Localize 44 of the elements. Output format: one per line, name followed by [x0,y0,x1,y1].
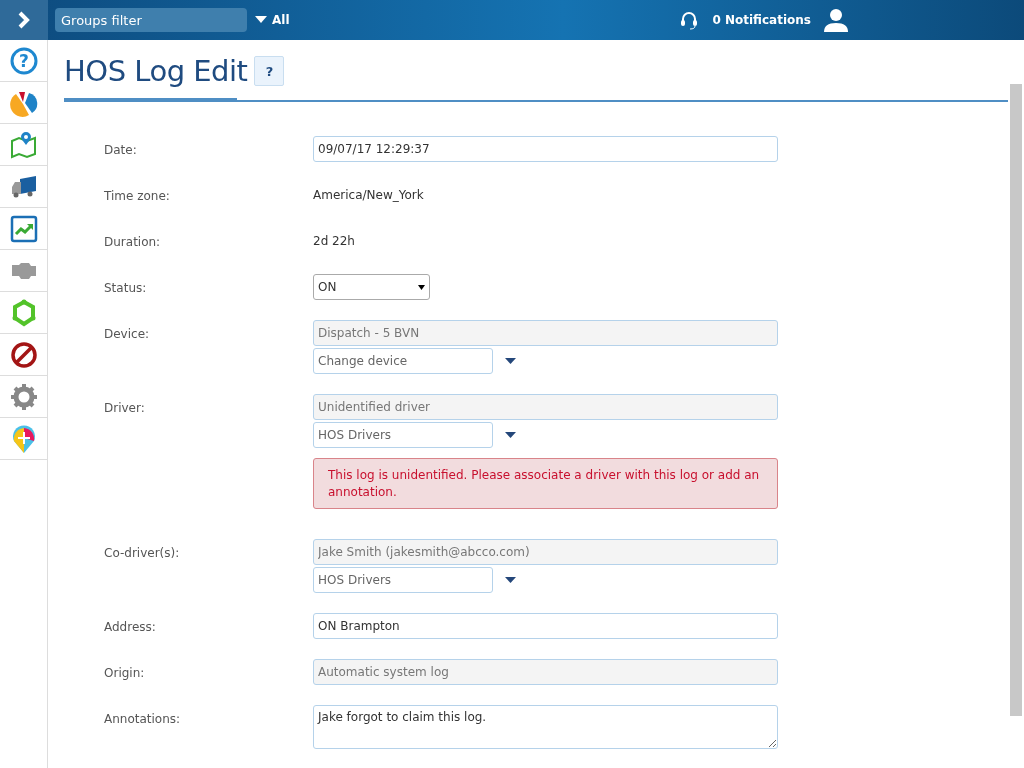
search-dropdown-field[interactable]: HOS Drivers [313,422,493,448]
search-dropdown-field[interactable]: HOS Drivers [313,567,493,593]
page-title: HOS Log Edit [64,54,248,88]
search-dropdown-field[interactable]: Change device [313,348,493,374]
caret-icon[interactable] [505,432,516,438]
field-label: Origin: [104,665,146,682]
caret-icon [418,284,425,290]
field-value: 2d 22h [313,233,356,250]
field-label: Driver: [104,400,146,417]
field-label: Duration: [104,234,162,251]
readonly-field[interactable]: Jake Smith (jakesmith@abcco.com) [313,539,778,565]
status-dropdown[interactable]: ON [313,274,430,300]
field-label: Annotations: [104,711,182,728]
field-label: Address: [104,619,157,636]
caret-icon[interactable] [505,358,516,364]
groups-filter-field[interactable]: Groups filter [55,8,247,32]
readonly-field[interactable]: Unidentified driver [313,394,778,420]
text-field[interactable]: 09/07/17 12:29:37 [313,136,778,162]
groups-dropdown[interactable]: All [255,13,290,27]
trend-chart-icon[interactable] [9,214,38,243]
readonly-field[interactable]: Dispatch - 5 BVN [313,320,778,346]
error-message: This log is unidentified. Please associate a driver with this log or add an annotation. [313,458,778,509]
user-icon[interactable] [823,8,849,32]
notifications-link[interactable]: 0 Notifications [712,13,811,27]
text-field[interactable]: ON Brampton [313,613,778,639]
help-button[interactable]: ? [254,56,285,86]
prohibited-icon[interactable] [9,340,38,369]
headset-icon[interactable] [680,10,699,30]
expand-sidebar-button[interactable] [0,0,48,40]
field-label: Device: [104,326,151,343]
map-pin-icon[interactable] [9,130,38,159]
help-icon[interactable]: ? [9,46,38,75]
chevron-right-icon [17,11,31,29]
field-label: Date: [104,142,138,159]
field-label: Time zone: [104,188,171,205]
field-label: Co-driver(s): [104,545,181,562]
field-label: Status: [104,280,148,297]
scrollbar-thumb[interactable] [1010,84,1022,716]
caret-icon [255,16,267,24]
field-value: America/New_York [313,187,425,204]
readonly-field[interactable]: Automatic system log [313,659,778,685]
annotations-field[interactable]: Jake forgot to claim this log. [313,705,778,749]
caret-icon[interactable] [505,577,516,583]
settings-icon[interactable] [9,382,38,411]
